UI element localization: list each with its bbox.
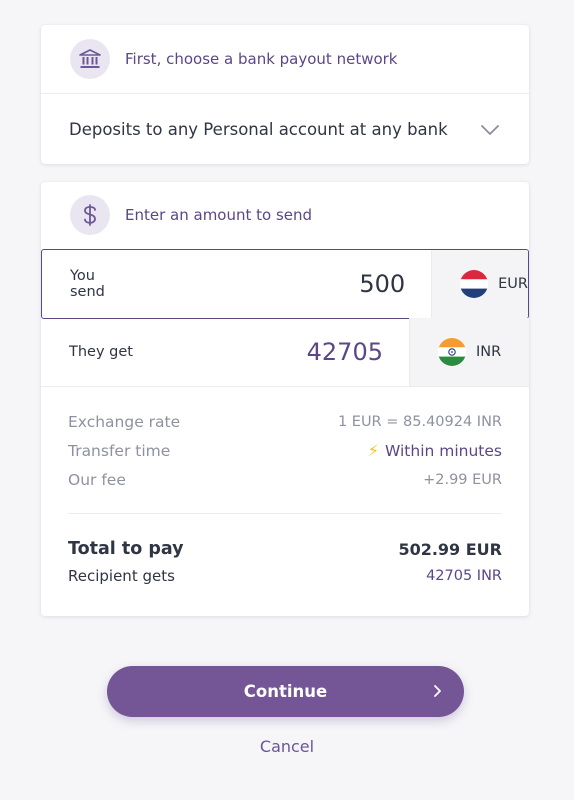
send-currency-select[interactable]: EUR xyxy=(431,250,528,318)
cancel-link[interactable]: Cancel xyxy=(0,737,574,756)
chevron-right-icon xyxy=(432,683,442,702)
recipient-value: 42705 INR xyxy=(426,568,502,584)
fee-row: Our fee +2.99 EUR xyxy=(68,465,502,494)
netherlands-flag-icon xyxy=(460,270,489,298)
payout-network-select[interactable]: Deposits to any Personal account at any … xyxy=(41,94,529,164)
send-label: You send xyxy=(70,268,105,300)
receive-currency-select[interactable]: INR xyxy=(409,318,529,386)
transfer-time-value-wrap: ⚡ Within minutes xyxy=(368,441,502,460)
fee-value: +2.99 EUR xyxy=(423,471,502,488)
payout-network-title: First, choose a bank payout network xyxy=(125,50,398,68)
lightning-icon: ⚡ xyxy=(367,441,379,460)
send-amount-row: You send EUR xyxy=(41,249,529,319)
transfer-time-label: Transfer time xyxy=(68,441,171,460)
total-value: 502.99 EUR xyxy=(398,539,502,559)
divider xyxy=(68,513,502,514)
continue-label: Continue xyxy=(243,682,328,701)
receive-label: They get xyxy=(69,344,133,360)
selected-network-label: Deposits to any Personal account at any … xyxy=(69,119,448,139)
payout-network-card: First, choose a bank payout network Depo… xyxy=(41,25,529,164)
recipient-row: Recipient gets 42705 INR xyxy=(68,564,502,588)
amount-card: Enter an amount to send You send EUR The… xyxy=(41,182,529,616)
bank-icon xyxy=(70,39,110,79)
send-currency-code: EUR xyxy=(498,276,528,292)
fee-label: Our fee xyxy=(68,470,126,489)
receive-amount-value[interactable]: 42705 xyxy=(191,338,409,366)
totals: Total to pay 502.99 EUR Recipient gets 4… xyxy=(68,534,502,588)
receive-currency-code: INR xyxy=(476,344,502,360)
continue-button[interactable]: Continue xyxy=(107,666,464,717)
receive-amount-row: They get 42705 INR xyxy=(41,318,529,387)
exchange-rate-row: Exchange rate 1 EUR = 85.40924 INR xyxy=(68,407,502,436)
send-amount-input[interactable] xyxy=(105,250,432,318)
amount-header: Enter an amount to send xyxy=(41,182,529,248)
recipient-label: Recipient gets xyxy=(68,567,175,585)
dollar-icon xyxy=(70,195,110,235)
payout-network-header: First, choose a bank payout network xyxy=(41,25,529,93)
transfer-time-value: Within minutes xyxy=(385,441,502,460)
transfer-details: Exchange rate 1 EUR = 85.40924 INR Trans… xyxy=(68,407,502,494)
exchange-rate-label: Exchange rate xyxy=(68,412,181,431)
india-flag-icon xyxy=(438,338,466,366)
total-row: Total to pay 502.99 EUR xyxy=(68,534,502,564)
exchange-rate-value: 1 EUR = 85.40924 INR xyxy=(337,413,502,430)
amount-title: Enter an amount to send xyxy=(125,206,313,224)
chevron-down-icon xyxy=(481,120,499,139)
total-label: Total to pay xyxy=(68,539,184,559)
transfer-time-row: Transfer time ⚡ Within minutes xyxy=(68,436,502,465)
